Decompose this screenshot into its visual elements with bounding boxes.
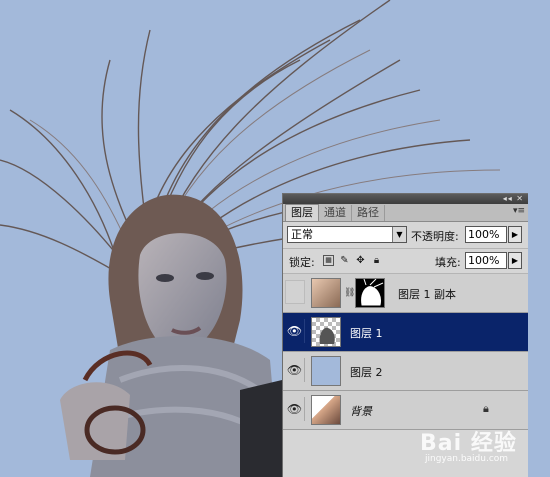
layer-row-copy[interactable]: ⛓︎ 图层 1 副本 [283, 274, 528, 313]
layer-thumbnail [311, 278, 341, 308]
tab-paths[interactable]: 路径 [352, 205, 385, 221]
watermark-logo: Bai 经验 [420, 431, 517, 456]
link-chain-icon: ⛓︎ [344, 288, 356, 298]
chevron-down-icon[interactable]: ▼ [392, 227, 406, 242]
lock-all-icon[interactable]: 🔒︎ [371, 255, 382, 266]
opacity-field[interactable]: 100% [465, 226, 507, 243]
panel-menu-icon[interactable]: ▾≡ [513, 206, 525, 216]
layer-row[interactable]: 👁︎ 图层 2 [283, 352, 528, 391]
tab-channels[interactable]: 通道 [319, 205, 352, 221]
opacity-arrow-icon[interactable]: ▶ [508, 226, 522, 243]
layer-thumbnail [311, 317, 341, 347]
layer-row-selected[interactable]: 👁︎ 图层 1 [283, 313, 528, 352]
layer-thumbnail [311, 356, 341, 386]
eye-icon[interactable]: 👁︎ [285, 397, 305, 421]
layer-mask-thumbnail[interactable] [355, 278, 385, 308]
watermark-url: jingyan.baidu.com [425, 454, 509, 464]
lock-label: 锁定: [289, 256, 315, 269]
eye-icon[interactable]: 👁︎ [285, 358, 305, 382]
panel-tabs: 图层 通道 路径 ▾≡ [283, 204, 528, 222]
opacity-label: 不透明度: [411, 230, 459, 243]
layer-name: 背景 [350, 405, 372, 418]
lock-move-icon[interactable]: ✥ [355, 255, 366, 266]
tab-layers[interactable]: 图层 [285, 204, 319, 221]
layers-list: ▲ ⛓︎ 图层 1 副本 👁︎ 图层 1 👁︎ 图层 2 👁︎ [283, 274, 528, 430]
collapse-close-icon[interactable]: ◂◂ ✕ [503, 194, 524, 204]
layer-name: 图层 2 [350, 366, 383, 379]
lock-row: 锁定: ▦ ✎ ✥ 🔒︎ 填充: 100% ▶ [283, 249, 528, 274]
lock-brush-icon[interactable]: ✎ [339, 255, 350, 266]
lock-icon: 🔒︎ [483, 402, 489, 415]
blend-row: 正常 ▼ 不透明度: 100% ▶ [283, 222, 528, 249]
layer-thumbnail [311, 395, 341, 425]
panel-titlebar[interactable]: ◂◂ ✕ [283, 194, 528, 204]
layer-name: 图层 1 [350, 327, 383, 340]
lock-transparent-icon[interactable]: ▦ [323, 255, 334, 266]
fill-field[interactable]: 100% [465, 252, 507, 269]
fill-label: 填充: [435, 256, 461, 269]
visibility-toggle-empty[interactable] [285, 280, 305, 304]
layer-name: 图层 1 副本 [398, 288, 456, 301]
eye-icon[interactable]: 👁︎ [285, 319, 305, 343]
blend-mode-value: 正常 [291, 228, 313, 241]
blend-mode-select[interactable]: 正常 ▼ [287, 226, 407, 243]
fill-arrow-icon[interactable]: ▶ [508, 252, 522, 269]
